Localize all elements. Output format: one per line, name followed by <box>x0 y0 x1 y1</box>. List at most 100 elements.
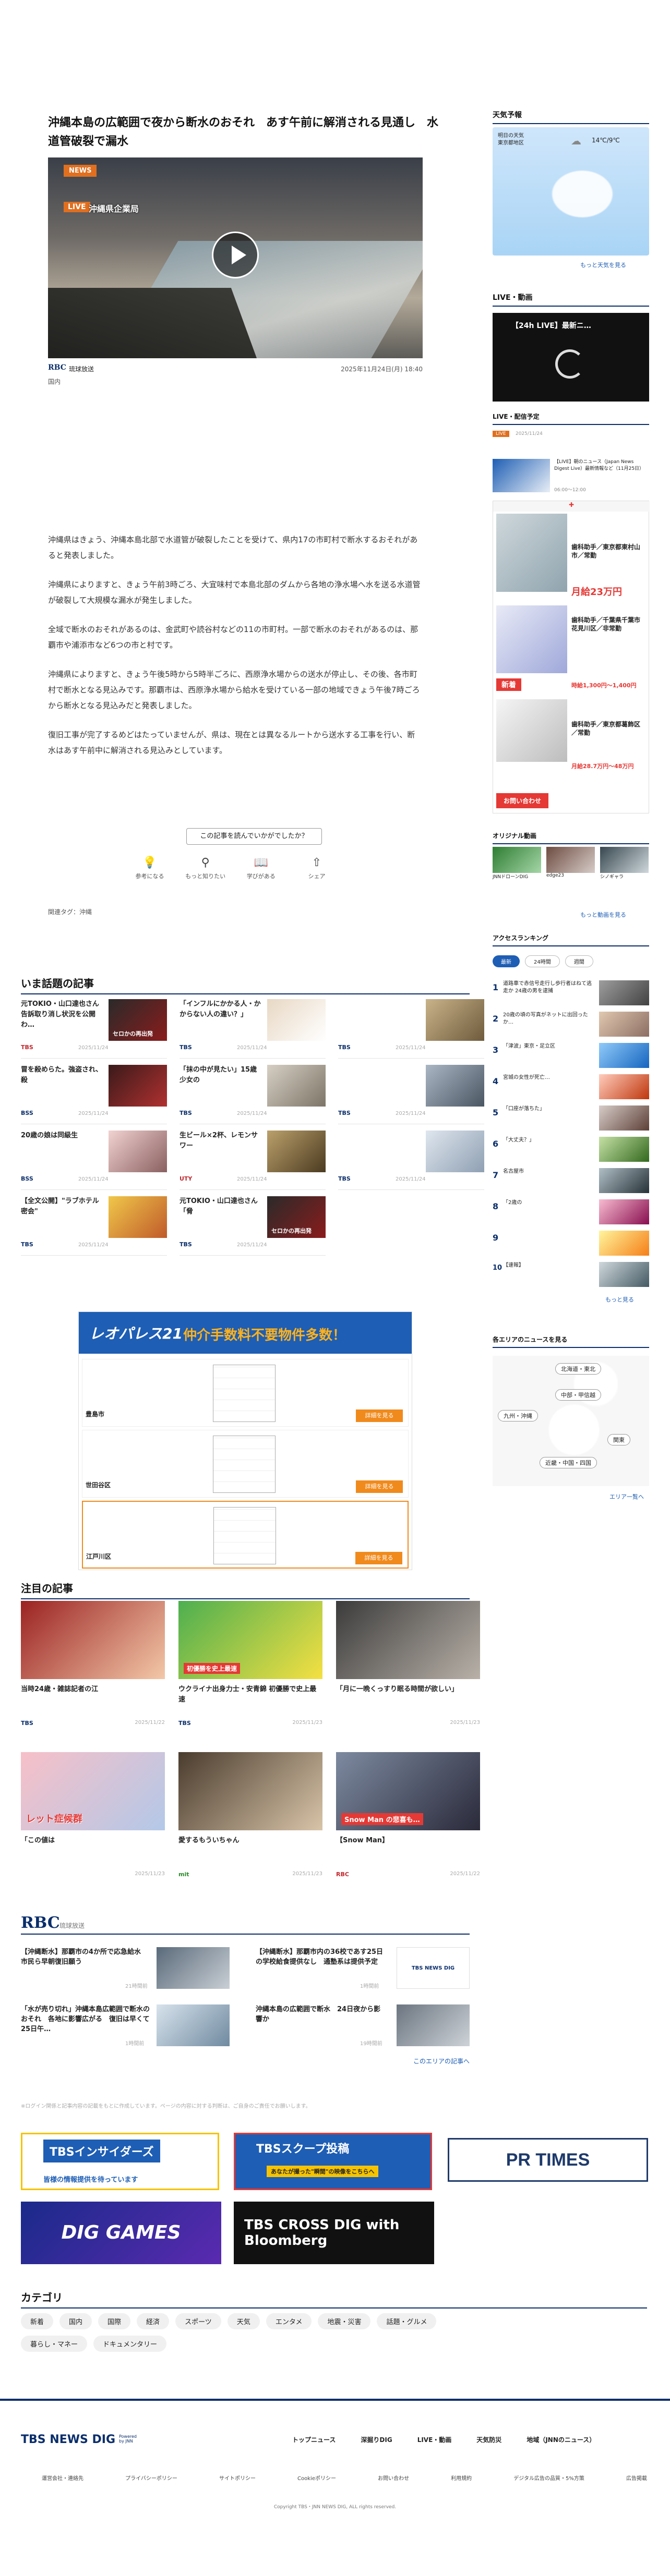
footer-link[interactable]: 天気防災 <box>476 2435 501 2444</box>
topic-card[interactable]: TBS 2025/11/24 <box>338 1065 484 1124</box>
cross-dig-banner[interactable]: TBS CROSS DIG with Bloomberg <box>234 2202 434 2264</box>
featured-card[interactable]: 当時24歳・雑誌記者の江 TBS 2025/11/22 <box>21 1601 165 1752</box>
category-chip[interactable]: 国際 <box>98 2313 131 2329</box>
ranking-item[interactable]: 10 【速報】 <box>493 1262 649 1290</box>
original-item[interactable]: edge23 <box>546 847 595 880</box>
featured-card[interactable]: レット症候群 「この値は 2025/11/23 <box>21 1752 165 1903</box>
area-button[interactable]: 北海道・東北 <box>555 1363 601 1375</box>
featured-card[interactable]: 初優勝を史上最速 ウクライナ出身力士・安青錦 初優勝で史上最速 TBS 2025/11… <box>178 1601 322 1752</box>
topic-card[interactable]: TBS 2025/11/24 <box>338 1131 484 1190</box>
category-chip[interactable]: 地震・災害 <box>318 2313 371 2329</box>
category-chip[interactable]: 国内 <box>59 2313 92 2329</box>
reaction-more[interactable]: ⚲ もっと知りたい <box>185 856 226 880</box>
feedback-question-button[interactable]: この記事を読んでいかがでしたか？ <box>186 828 322 845</box>
original-more-link[interactable]: もっと動画を見る <box>580 910 626 919</box>
schedule-item[interactable]: 【LIVE】朝のニュース（Japan News Digest Live）最新情報… <box>493 459 649 495</box>
category-chip[interactable]: 天気 <box>227 2313 260 2329</box>
ranking-item[interactable]: 7 名古屋市 <box>493 1168 649 1196</box>
footer-link[interactable]: お問い合わせ <box>378 2474 409 2482</box>
live-player[interactable]: 【24h LIVE】最新ニ… <box>493 313 649 402</box>
footer-link[interactable]: 深掘りDIG <box>361 2435 392 2444</box>
topic-card[interactable]: 生ビール×2杯、レモンサワー UTY 2025/11/24 <box>180 1131 326 1190</box>
ranking-item[interactable]: 1 道路車で赤信号走行し歩行者はねて逃走か 24歳の男を逮捕 <box>493 980 649 1008</box>
ad-property[interactable]: 世田谷区 詳細を見る <box>82 1430 409 1498</box>
footer-link[interactable]: Cookieポリシー <box>297 2474 336 2482</box>
ad-detail-button[interactable]: 詳細を見る <box>356 1409 403 1422</box>
ranking-tab[interactable]: 24時間 <box>525 955 560 967</box>
footer-link[interactable]: 運営会社・連絡先 <box>42 2474 83 2482</box>
rbc-item[interactable]: 【沖縄断水】那覇市の4か所で応急給水 市民ら早朝復旧願う 21時間前 <box>21 1947 230 1994</box>
rbc-item[interactable]: 「水が売り切れ」沖縄本島広範囲で断水のおそれ 各地に影響広がる 復旧は早くて25… <box>21 2004 230 2051</box>
ad-contact-button[interactable]: お問い合わせ <box>496 793 549 808</box>
weather-card[interactable]: 明日の天気 東京都地区 ☁ 14℃/9℃ <box>493 127 649 256</box>
rank-thumb <box>599 1262 649 1287</box>
footer-link[interactable]: 地域（JNNのニュース） <box>527 2435 595 2444</box>
category-label[interactable]: 国内 <box>48 377 61 386</box>
ranking-more-link[interactable]: もっと見る <box>605 1295 634 1304</box>
weather-more-link[interactable]: もっと天気を見る <box>580 261 626 269</box>
ranking-item[interactable]: 8 「2歳の <box>493 1199 649 1228</box>
topic-card[interactable]: 元TOKIO・山口達也さん 告訴取り消し状況を公開わ… セロかの再出発 TBS 202… <box>21 999 167 1059</box>
featured-card[interactable]: Snow Man の悲喜も… 【Snow Man】 RBC 2025/11/22 <box>336 1752 480 1903</box>
area-button[interactable]: 関東 <box>607 1434 630 1445</box>
ad-property[interactable]: 江戸川区 詳細を見る <box>82 1501 409 1569</box>
topic-card[interactable]: 「抹の中が見たい」15歳少女の TBS 2025/11/24 <box>180 1065 326 1124</box>
rbc-item-title: 【沖縄断水】那覇市の4か所で応急給水 市民ら早朝復旧願う <box>21 1948 148 1966</box>
topic-card[interactable]: 冒を殺めらた。強盗され、殺 BSS 2025/11/24 <box>21 1065 167 1124</box>
topic-card[interactable]: 【全文公開】"ラブホテル密会" TBS 2025/11/24 <box>21 1196 167 1256</box>
footer-link[interactable]: 広告掲載 <box>626 2474 647 2482</box>
ranking-tab[interactable]: 最新 <box>493 955 520 967</box>
featured-card[interactable]: 「月に一晩くっすり眠る時間が欲しい」 2025/11/23 <box>336 1601 480 1752</box>
video-player[interactable]: NEWS LIVE 沖縄県企業局 <box>48 157 423 358</box>
topic-card[interactable]: 20歳の娘は同級生 BSS 2025/11/24 <box>21 1131 167 1190</box>
dig-games-banner[interactable]: DIG GAMES <box>21 2202 221 2264</box>
prtimes-banner[interactable]: PR TIMES <box>448 2138 648 2182</box>
insiders-banner[interactable]: TBSインサイダーズ 皆様の情報提供を待っています <box>21 2133 219 2190</box>
category-chip[interactable]: エンタメ <box>266 2313 312 2329</box>
ranking-item[interactable]: 4 宮城の女性が死亡… <box>493 1074 649 1102</box>
rbc-more-link[interactable]: このエリアの記事へ <box>21 2057 470 2065</box>
ranking-item[interactable]: 2 20歳の頃の写真がネットに出回ったか… <box>493 1012 649 1040</box>
ranking-item[interactable]: 3 「津波」東京・足立区 <box>493 1043 649 1071</box>
ranking-item[interactable]: 9 <box>493 1231 649 1259</box>
category-chip[interactable]: 暮らし・マネー <box>21 2336 88 2352</box>
leopalace-ad[interactable]: レオパレス21 仲介手数料不要物件多数！ 豊島市 詳細を見る 世田谷区 詳細を見る … <box>78 1311 412 1570</box>
footer-link[interactable]: LIVE・動画 <box>417 2435 452 2444</box>
reaction-learn[interactable]: 📖 学びがある <box>240 856 282 880</box>
area-button[interactable]: 中部・甲信越 <box>555 1389 601 1401</box>
footer-link[interactable]: プライバシーポリシー <box>125 2474 177 2482</box>
original-item[interactable]: JNNドローンDIG <box>493 847 541 880</box>
reaction-share[interactable]: ⇧ シェア <box>296 856 338 880</box>
ad-detail-button[interactable]: 詳細を見る <box>355 1552 402 1564</box>
area-more-link[interactable]: エリア一覧へ <box>609 1492 644 1501</box>
ranking-tab[interactable]: 週間 <box>565 955 593 967</box>
area-button[interactable]: 近畿・中国・四国 <box>540 1457 597 1468</box>
topic-card[interactable]: 「インフルにかかる人・かからない人の違い？」 TBS 2025/11/24 <box>180 999 326 1059</box>
featured-card[interactable]: 愛するもういちゃん mit 2025/11/23 <box>178 1752 322 1903</box>
category-chip[interactable]: 話題・グルメ <box>377 2313 437 2329</box>
original-item[interactable]: シノギャラ <box>600 847 649 880</box>
area-button[interactable]: 九州・沖縄 <box>498 1410 538 1421</box>
related-tags[interactable]: 関連タグ：沖縄 <box>48 907 92 916</box>
footer-link[interactable]: 利用規約 <box>451 2474 472 2482</box>
category-chip[interactable]: ドキュメンタリー <box>93 2336 167 2352</box>
ad-detail-button[interactable]: 詳細を見る <box>356 1480 403 1493</box>
category-chip[interactable]: 新着 <box>21 2313 54 2329</box>
rbc-item[interactable]: 沖縄本島の広範囲で断水 24日夜から影響か 19時間前 <box>256 2004 470 2051</box>
topic-card[interactable]: TBS 2025/11/24 <box>338 999 484 1059</box>
scoop-banner[interactable]: TBSスクープ投稿 あなたが撮った"瞬間"の映像をこちらへ <box>234 2133 432 2190</box>
footer-link[interactable]: サイトポリシー <box>219 2474 256 2482</box>
rbc-item[interactable]: 【沖縄断水】那覇市内の36校であす25日の学校給食提供なし 通塾系は提供予定 1時… <box>256 1947 470 1994</box>
reaction-useful[interactable]: 💡 参考になる <box>129 856 171 880</box>
footer-logo[interactable]: TBS NEWS DIG <box>21 2433 115 2446</box>
footer-link[interactable]: トップニュース <box>292 2435 336 2444</box>
topic-card[interactable]: 元TOKIO・山口達也さん「脅 セロかの再出発 TBS 2025/11/24 <box>180 1196 326 1256</box>
category-chip[interactable]: 経済 <box>137 2313 170 2329</box>
ranking-item[interactable]: 6 「大丈夫？」 <box>493 1137 649 1165</box>
ranking-item[interactable]: 5 「口座が落ちた」 <box>493 1105 649 1134</box>
ad-property[interactable]: 豊島市 詳細を見る <box>82 1359 409 1427</box>
footer-link[interactable]: デジタル広告の品質・5%方策 <box>513 2474 584 2482</box>
job-ad[interactable]: ✚ 歯科助手／東京都東村山市／常勤 月給23万円 歯科助手／千葉県千葉市花見川区… <box>493 501 650 813</box>
play-icon[interactable] <box>212 232 259 278</box>
category-chip[interactable]: スポーツ <box>175 2313 221 2329</box>
